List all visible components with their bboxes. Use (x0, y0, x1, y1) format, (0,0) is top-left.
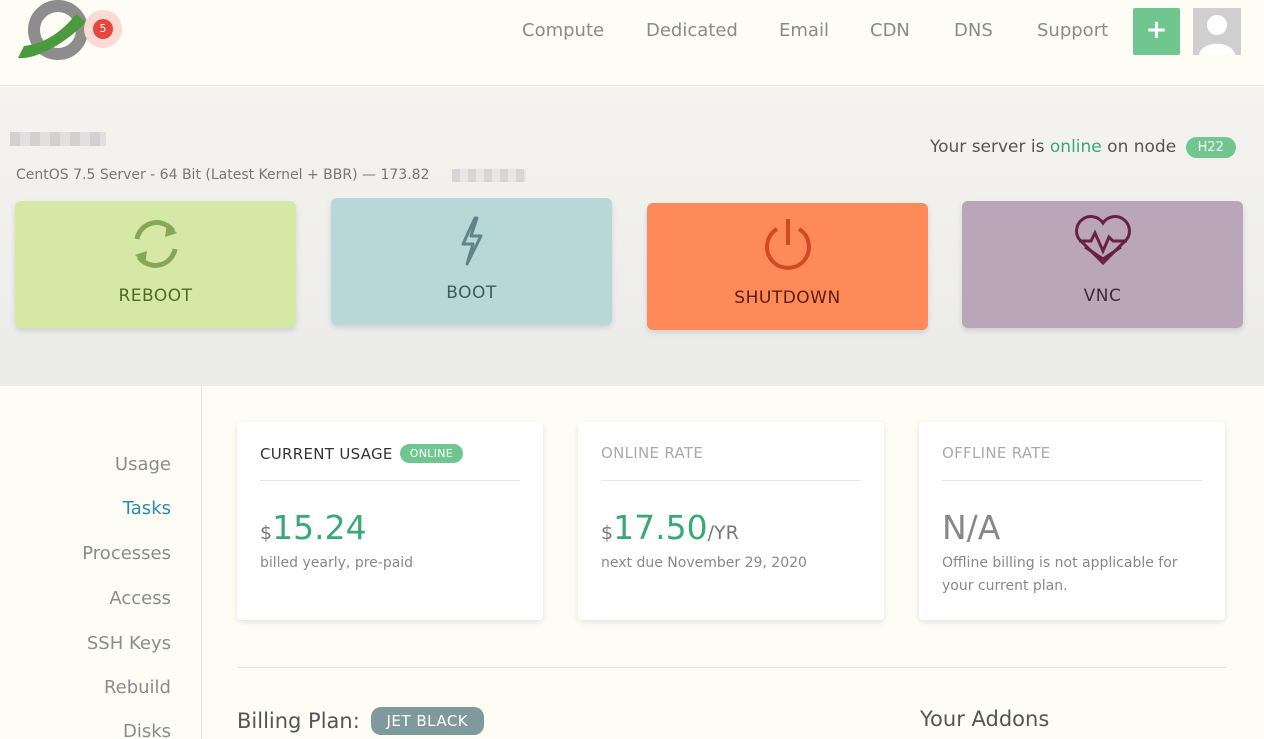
current-usage-note: billed yearly, pre-paid (260, 555, 414, 571)
online-rate-title: ONLINE RATE (601, 444, 704, 462)
card-divider (260, 480, 520, 481)
amount-value: 15.24 (272, 508, 367, 547)
status-online: online (1049, 137, 1102, 157)
sidebar-item-ssh-keys[interactable]: SSH Keys (87, 633, 171, 654)
currency-symbol: $ (260, 522, 273, 544)
bolt-icon (461, 216, 482, 266)
offline-rate-title: OFFLINE RATE (942, 444, 1051, 462)
card-divider (942, 480, 1202, 481)
amount-value: 17.50 (613, 508, 708, 547)
nav-dns[interactable]: DNS (954, 20, 993, 41)
current-usage-card: CURRENT USAGE ONLINE $15.24 billed yearl… (237, 422, 543, 620)
billing-plan: Billing Plan: JET BLACK (237, 707, 485, 735)
offline-rate-card: OFFLINE RATE N/A Offline billing is not … (919, 422, 1225, 620)
addons-heading: Your Addons (920, 707, 1050, 731)
heart-monitor-icon (1074, 215, 1131, 266)
nav-email[interactable]: Email (779, 20, 829, 41)
section-divider (237, 667, 1227, 668)
offline-rate-note: Offline billing is not applicable for yo… (942, 555, 1178, 594)
current-usage-title: CURRENT USAGE (260, 445, 393, 463)
server-status: Your server is online on node H22 (930, 137, 1236, 158)
online-rate-note: next due November 29, 2020 (601, 555, 807, 571)
server-header: CentOS 7.5 Server - 64 Bit (Latest Kerne… (0, 87, 1264, 386)
plan-badge: JET BLACK (370, 707, 485, 735)
reboot-button[interactable]: REBOOT (15, 201, 296, 328)
sidebar-item-access[interactable]: Access (109, 588, 171, 609)
sidebar-item-rebuild[interactable]: Rebuild (104, 677, 171, 698)
server-subtitle: CentOS 7.5 Server - 64 Bit (Latest Kerne… (16, 167, 430, 183)
sidebar-item-processes[interactable]: Processes (82, 543, 171, 564)
brand-logo[interactable] (14, 0, 94, 66)
redacted-ip (452, 169, 526, 182)
billing-plan-label: Billing Plan: (237, 709, 360, 733)
reboot-icon (134, 220, 177, 268)
current-usage-amount: $15.24 (260, 508, 367, 547)
node-badge: H22 (1185, 137, 1236, 158)
nav-cdn[interactable]: CDN (870, 20, 910, 41)
offline-rate-amount: N/A (942, 508, 1000, 547)
vnc-button[interactable]: VNC (962, 201, 1243, 328)
top-navigation-bar: 5 Compute Dedicated Email CDN DNS Suppor… (0, 0, 1264, 86)
sidebar-item-usage[interactable]: Usage (115, 454, 171, 475)
status-mid: on node (1107, 137, 1177, 157)
sidebar-item-disks[interactable]: Disks (123, 721, 171, 739)
power-icon (764, 219, 811, 270)
shutdown-button[interactable]: SHUTDOWN (647, 203, 928, 330)
vnc-label: VNC (1083, 286, 1122, 306)
notification-count: 5 (93, 19, 113, 39)
boot-label: BOOT (446, 283, 497, 303)
online-rate-card: ONLINE RATE $17.50/YR next due November … (578, 422, 884, 620)
rate-unit: /YR (707, 522, 739, 544)
card-divider (601, 480, 861, 481)
notification-badge[interactable]: 5 (84, 10, 122, 48)
online-badge: ONLINE (399, 444, 464, 463)
shutdown-label: SHUTDOWN (734, 288, 841, 308)
reboot-label: REBOOT (118, 286, 193, 306)
sidebar: Usage Tasks Processes Access SSH Keys Re… (0, 386, 202, 739)
status-prefix: Your server is (930, 137, 1045, 157)
currency-symbol: $ (601, 522, 614, 544)
card-title: CURRENT USAGE ONLINE (260, 444, 464, 463)
online-rate-amount: $17.50/YR (601, 508, 739, 547)
user-avatar[interactable] (1193, 8, 1241, 55)
add-button[interactable]: + (1133, 8, 1180, 55)
boot-button[interactable]: BOOT (331, 198, 612, 325)
redacted-hostname (10, 132, 106, 146)
nav-support[interactable]: Support (1037, 20, 1108, 41)
amount-value: N/A (942, 508, 1001, 547)
nav-dedicated[interactable]: Dedicated (646, 20, 738, 41)
sidebar-item-tasks[interactable]: Tasks (123, 498, 171, 519)
nav-compute[interactable]: Compute (522, 20, 604, 41)
